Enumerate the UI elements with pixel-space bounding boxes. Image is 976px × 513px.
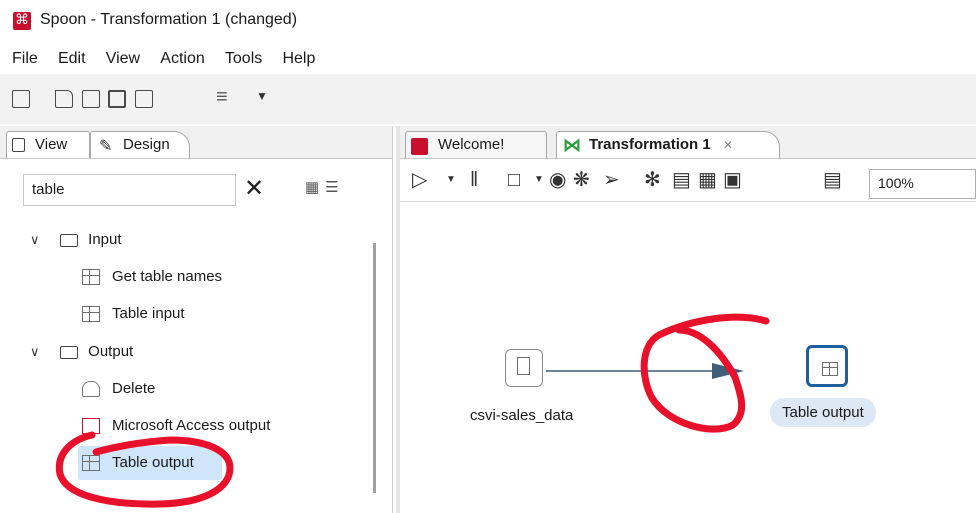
- canvas-overlay: [55, 313, 770, 508]
- red-annotation-circle-step: [55, 431, 234, 508]
- table-output-icon: [822, 362, 838, 376]
- step-csvi-sales-data[interactable]: [505, 349, 543, 387]
- step-table-output[interactable]: [806, 345, 848, 387]
- red-annotation-circle-hop: [640, 313, 770, 433]
- step-label: csvi-sales_data: [470, 407, 574, 424]
- text-file-input-icon: [517, 357, 530, 375]
- step-label-selected: Table output: [770, 398, 876, 427]
